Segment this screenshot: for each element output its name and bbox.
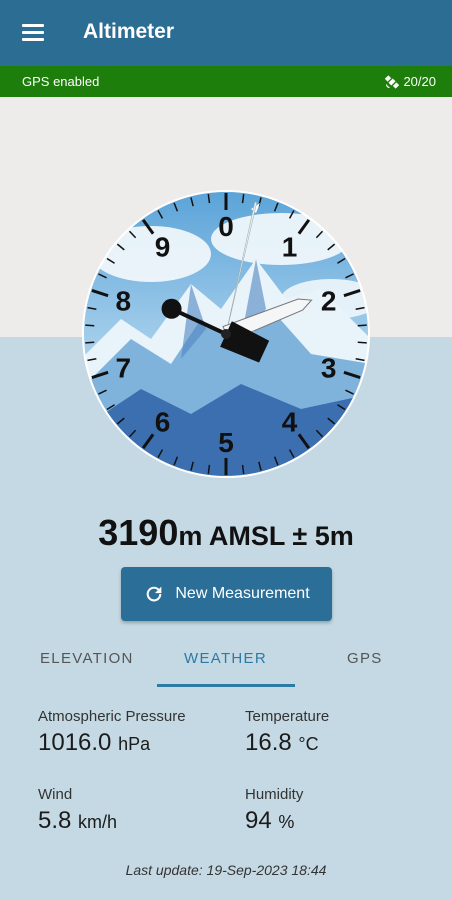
dial-label-7: 7 — [115, 352, 131, 383]
dial-label-2: 2 — [321, 286, 337, 317]
dial-label-5: 5 — [218, 427, 234, 458]
temperature-value: 16.8 — [245, 729, 292, 756]
satellite-icon — [385, 74, 400, 89]
humidity-unit: % — [278, 812, 295, 832]
humidity-value-line: 94 % — [245, 807, 303, 835]
menu-icon[interactable] — [22, 24, 44, 41]
dial-label-6: 6 — [155, 406, 171, 437]
gps-status-text: GPS enabled — [22, 74, 100, 89]
dial-svg: 0 12 34 5 67 89 — [82, 190, 370, 478]
altimeter-dial: 0 12 34 5 67 89 — [81, 189, 371, 479]
dial-label-1: 1 — [282, 232, 298, 263]
last-update-text: Last update: 19-Sep-2023 18:44 — [125, 862, 327, 878]
temperature-unit: °C — [298, 734, 319, 754]
satellite-count: 20/20 — [385, 74, 436, 89]
altitude-value: 3190 — [98, 512, 179, 553]
refresh-icon — [147, 586, 162, 602]
pressure-cell: Atmospheric Pressure 1016.0 hPa — [38, 708, 186, 757]
active-tab-indicator — [157, 684, 295, 687]
pressure-unit: hPa — [118, 734, 151, 754]
dial-label-3: 3 — [321, 352, 337, 383]
humidity-value: 94 — [245, 807, 272, 834]
tab-bar: ELEVATION WEATHER GPS — [0, 640, 452, 688]
temperature-value-line: 16.8 °C — [245, 729, 329, 757]
altitude-reading: 3190m AMSL ± 5m — [0, 512, 452, 554]
new-measurement-label: New Measurement — [175, 585, 310, 602]
minor-tick — [357, 341, 367, 344]
pressure-value: 1016.0 — [38, 729, 112, 756]
satellite-count-text: 20/20 — [403, 74, 436, 89]
new-measurement-button[interactable]: New Measurement — [121, 567, 332, 621]
temperature-label: Temperature — [245, 708, 330, 725]
dial-label-9: 9 — [155, 232, 171, 263]
app-title: Altimeter — [83, 20, 175, 43]
wind-unit: km/h — [78, 812, 118, 832]
minor-tick — [357, 324, 367, 327]
tab-gps[interactable]: GPS — [347, 650, 383, 667]
minor-tick — [85, 324, 95, 327]
pressure-label: Atmospheric Pressure — [38, 708, 186, 725]
dial-label-4: 4 — [282, 406, 298, 437]
altitude-unit: m AMSL ± 5m — [178, 521, 354, 551]
pressure-value-line: 1016.0 hPa — [38, 729, 186, 757]
short-hand-tail-weight — [161, 298, 182, 319]
wind-cell: Wind 5.8 km/h — [38, 786, 117, 835]
wind-value: 5.8 — [38, 807, 72, 834]
humidity-label: Humidity — [245, 786, 304, 803]
humidity-cell: Humidity 94 % — [245, 786, 303, 835]
tab-elevation[interactable]: ELEVATION — [40, 650, 134, 667]
temperature-cell: Temperature 16.8 °C — [245, 708, 329, 757]
dial-label-0: 0 — [218, 211, 234, 242]
app-bar: Altimeter — [0, 0, 452, 66]
gps-status-bar: GPS enabled 20/20 — [0, 66, 452, 97]
dial-label-8: 8 — [115, 286, 131, 317]
minor-tick — [85, 341, 95, 344]
wind-label: Wind — [38, 786, 73, 803]
hub — [221, 329, 231, 339]
wind-value-line: 5.8 km/h — [38, 807, 117, 835]
tab-weather[interactable]: WEATHER — [184, 650, 267, 667]
